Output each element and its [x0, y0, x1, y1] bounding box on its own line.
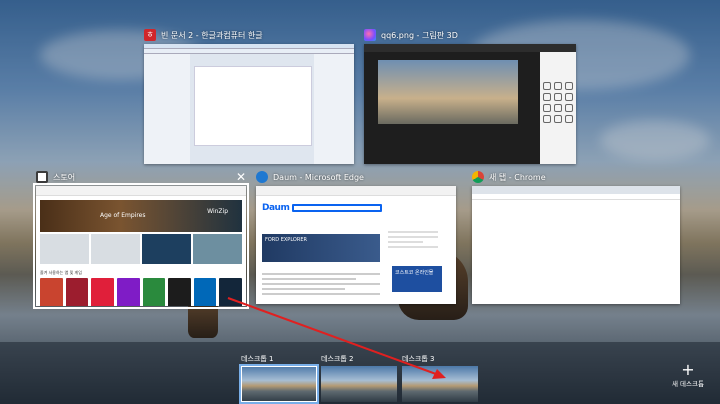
- drag-arrow: [227, 297, 446, 379]
